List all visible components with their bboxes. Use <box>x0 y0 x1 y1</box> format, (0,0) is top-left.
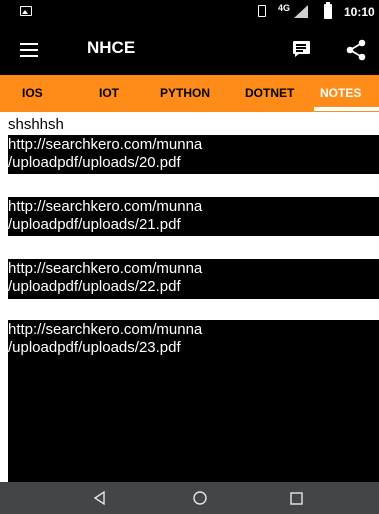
pdf-link[interactable]: http://searchkero.com/munna /uploadpdf/u… <box>8 197 379 236</box>
home-icon[interactable] <box>188 482 212 514</box>
system-nav-bar <box>0 482 379 514</box>
pdf-link-line: http://searchkero.com/munna <box>8 321 203 338</box>
gallery-notification-icon <box>20 6 32 16</box>
chat-icon[interactable] <box>291 41 317 61</box>
network-type-label: 4G <box>278 3 291 13</box>
pdf-link-line: /uploadpdf/uploads/20.pdf <box>8 154 181 171</box>
status-clock: 10:10 <box>344 5 375 19</box>
tab-dotnet[interactable]: DOTNET <box>245 75 294 112</box>
app-bar: NHCE <box>0 24 379 75</box>
battery-icon <box>324 2 332 19</box>
status-bar: 4G 10:10 <box>0 0 379 24</box>
signal-icon <box>294 5 308 18</box>
notes-content: shshhsh http://searchkero.com/munna /upl… <box>0 112 379 482</box>
pdf-link-line: http://searchkero.com/munna <box>8 198 203 215</box>
note-title: shshhsh <box>8 116 64 133</box>
back-icon[interactable] <box>88 482 112 514</box>
pdf-link-line: /uploadpdf/uploads/23.pdf <box>8 339 181 356</box>
tab-python[interactable]: PYTHON <box>160 75 210 112</box>
pdf-link-line: http://searchkero.com/munna <box>8 136 203 153</box>
share-icon[interactable] <box>344 38 368 62</box>
pdf-link-line: /uploadpdf/uploads/22.pdf <box>8 278 181 295</box>
pdf-link[interactable]: http://searchkero.com/munna /uploadpdf/u… <box>8 259 379 299</box>
menu-icon[interactable] <box>20 40 42 58</box>
pdf-link-line: http://searchkero.com/munna <box>8 260 203 277</box>
app-title: NHCE <box>87 38 136 57</box>
recents-icon[interactable] <box>284 482 308 514</box>
vibrate-icon <box>258 5 266 17</box>
tab-indicator <box>314 107 379 111</box>
pdf-link[interactable]: http://searchkero.com/munna /uploadpdf/u… <box>8 135 379 174</box>
tab-iot[interactable]: IOT <box>99 75 119 112</box>
pdf-link[interactable]: http://searchkero.com/munna /uploadpdf/u… <box>8 320 379 482</box>
pdf-link-line: /uploadpdf/uploads/21.pdf <box>8 216 181 233</box>
tab-ios[interactable]: IOS <box>22 75 43 112</box>
